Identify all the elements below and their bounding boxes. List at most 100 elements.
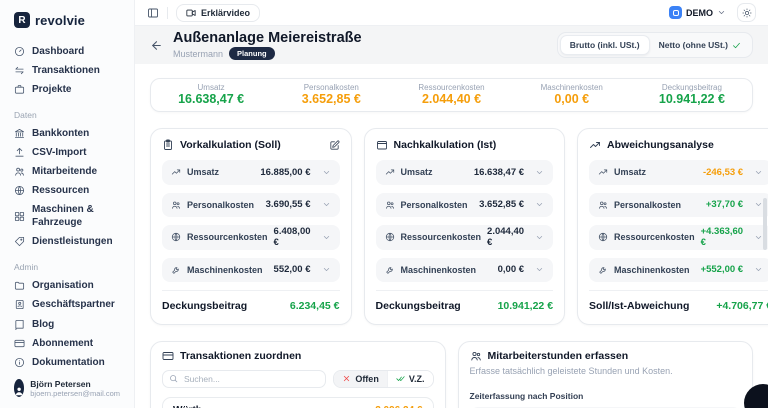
user-menu[interactable]: Björn Petersen bjoern.petersen@mail.com	[0, 372, 134, 398]
sidebar-item-ressourcen[interactable]: Ressourcen	[0, 181, 134, 200]
sidebar-item-csv-import[interactable]: CSV-Import	[0, 143, 134, 162]
calc-row-personalkosten[interactable]: Personalkosten 3.652,85 €	[376, 193, 554, 218]
topbar-right: DEMO	[669, 3, 756, 22]
sidebar-item-geschaeftspartner[interactable]: Geschäftspartner	[0, 295, 134, 314]
card-nachkalkulation: Nachkalkulation (Ist) Umsatz 16.638,47 €…	[364, 128, 566, 325]
row-label: Maschinenkosten	[614, 265, 690, 275]
chevron-down-icon	[754, 233, 763, 242]
brand-logo[interactable]: R revolvie	[0, 12, 134, 28]
calc-row-ressourcenkosten[interactable]: Ressourcenkosten 2.044,40 €	[376, 225, 554, 250]
calc-row-umsatz[interactable]: Umsatz 16.638,47 €	[376, 160, 554, 185]
sidebar-item-maschinen-fahrzeuge[interactable]: Maschinen & Fahrzeuge	[0, 200, 134, 232]
sidebar-item-projekte[interactable]: Projekte	[0, 80, 134, 99]
swap-arrows-icon	[14, 65, 25, 76]
sidebar-item-organisation[interactable]: Organisation	[0, 276, 134, 295]
filter-vz-segment[interactable]: V.Z.	[387, 371, 433, 387]
tax-brutto-label: Brutto (inkl. USt.)	[570, 40, 640, 50]
person-icon	[14, 385, 24, 397]
sidebar-item-mitarbeitende[interactable]: Mitarbeitende	[0, 162, 134, 181]
sidebar-item-dashboard[interactable]: Dashboard	[0, 42, 134, 61]
users-icon	[14, 166, 25, 177]
calc-row-maschinenkosten[interactable]: Maschinenkosten +552,00 €	[589, 258, 768, 283]
row-value: 16.885,00 €	[260, 167, 310, 178]
sidebar-toggle-button[interactable]	[147, 7, 159, 19]
scrollbar-thumb[interactable]	[763, 198, 767, 250]
card-header: Vorkalkulation (Soll)	[162, 139, 340, 151]
row-value: +552,00 €	[701, 264, 744, 275]
calc-row-umsatz[interactable]: Umsatz 16.885,00 €	[162, 160, 340, 185]
account-label: DEMO	[686, 8, 713, 18]
workspace-avatar-glyph	[673, 10, 679, 16]
calc-row-ressourcenkosten[interactable]: Ressourcenkosten +4.363,60 €	[589, 225, 768, 250]
book-icon	[14, 319, 25, 330]
row-value: 3.652,85 €	[479, 199, 524, 210]
kpi-maschinenkosten: Maschinenkosten 0,00 €	[512, 83, 632, 108]
sidebar-item-bankkonten[interactable]: Bankkonten	[0, 124, 134, 143]
back-button[interactable]	[150, 39, 163, 52]
card-footer: Deckungsbeitrag 6.234,45 €	[162, 290, 340, 314]
sidebar-item-transaktionen[interactable]: Transaktionen	[0, 61, 134, 80]
tax-netto-label: Netto (ohne USt.)	[659, 40, 728, 50]
card-footer: Soll/Ist-Abweichung +4.706,77 €	[589, 290, 768, 314]
chevron-down-icon	[535, 200, 544, 209]
tax-netto-segment[interactable]: Netto (ohne USt.)	[650, 36, 750, 54]
kpi-label: Maschinenkosten	[512, 83, 632, 93]
card-header: Transaktionen zuordnen	[162, 350, 434, 362]
footer-value: 10.941,22 €	[498, 300, 553, 312]
tax-mode-toggle: Brutto (inkl. USt.) Netto (ohne USt.)	[557, 32, 753, 58]
calc-row-maschinenkosten[interactable]: Maschinenkosten 552,00 €	[162, 258, 340, 283]
trend-up-icon	[171, 167, 181, 177]
account-menu[interactable]: DEMO	[669, 6, 726, 19]
sidebar-item-dienstleistungen[interactable]: Dienstleistungen	[0, 232, 134, 251]
bank-icon	[14, 128, 25, 139]
kpi-strip: Umsatz 16.638,47 € Personalkosten 3.652,…	[150, 78, 753, 112]
search-input[interactable]	[162, 370, 326, 388]
erklaervideo-button[interactable]: Erklärvideo	[176, 4, 260, 22]
calc-row-maschinenkosten[interactable]: Maschinenkosten 0,00 €	[376, 258, 554, 283]
row-value: 3.690,55 €	[266, 199, 311, 210]
folder-icon	[14, 280, 25, 291]
tax-brutto-segment[interactable]: Brutto (inkl. USt.)	[560, 35, 650, 55]
trend-up-icon	[385, 167, 395, 177]
globe-icon	[14, 185, 25, 196]
double-check-icon	[396, 374, 405, 383]
card-title: Nachkalkulation (Ist)	[394, 139, 497, 151]
filter-offen-segment[interactable]: Offen	[334, 371, 387, 387]
kpi-value: 0,00 €	[512, 92, 632, 107]
users-icon	[385, 200, 395, 210]
window-icon	[376, 139, 388, 151]
transaction-row[interactable]: Würth -2.096,24 €	[162, 397, 434, 408]
page-header-titles: Außenanlage Meiereistraße Mustermann Pla…	[173, 30, 362, 61]
credit-card-icon	[162, 350, 174, 362]
calc-row-ressourcenkosten[interactable]: Ressourcenkosten 6.408,00 €	[162, 225, 340, 250]
globe-icon	[598, 232, 608, 242]
theme-toggle-button[interactable]	[737, 3, 756, 22]
row-label: Maschinenkosten	[401, 265, 477, 275]
sidebar-item-label: Geschäftspartner	[32, 298, 115, 311]
kpi-personalkosten: Personalkosten 3.652,85 €	[271, 83, 391, 108]
search-icon	[169, 374, 178, 383]
filter-offen-label: Offen	[355, 374, 379, 384]
wrench-icon	[385, 265, 395, 275]
x-icon	[342, 374, 351, 383]
calc-row-umsatz[interactable]: Umsatz -246,53 €	[589, 160, 768, 185]
edit-button[interactable]	[329, 140, 340, 151]
trend-up-icon	[589, 139, 601, 151]
card-header: Nachkalkulation (Ist)	[376, 139, 554, 151]
calc-row-personalkosten[interactable]: Personalkosten 3.690,55 €	[162, 193, 340, 218]
sidebar-item-blog[interactable]: Blog	[0, 315, 134, 334]
chevron-down-icon	[322, 200, 331, 209]
card-header: Abweichungsanalyse	[589, 139, 768, 151]
row-label: Personalkosten	[401, 200, 468, 210]
chevron-down-icon	[535, 233, 544, 242]
calc-row-personalkosten[interactable]: Personalkosten +37,70 €	[589, 193, 768, 218]
card-vorkalkulation: Vorkalkulation (Soll) Umsatz 16.885,00 €	[150, 128, 352, 325]
sidebar-item-dokumentation[interactable]: Dokumentation	[0, 353, 134, 372]
kpi-label: Personalkosten	[271, 83, 391, 93]
row-value: 2.044,40 €	[487, 226, 524, 248]
trend-up-icon	[598, 167, 608, 177]
sidebar-item-abonnement[interactable]: Abonnement	[0, 334, 134, 353]
main-area: Erklärvideo DEMO Außenanlage Meiereistra…	[135, 0, 768, 408]
card-mitarbeiterstunden: Mitarbeiterstunden erfassen Erfasse tats…	[458, 341, 754, 408]
bottom-cards: Transaktionen zuordnen Offen	[150, 341, 753, 408]
